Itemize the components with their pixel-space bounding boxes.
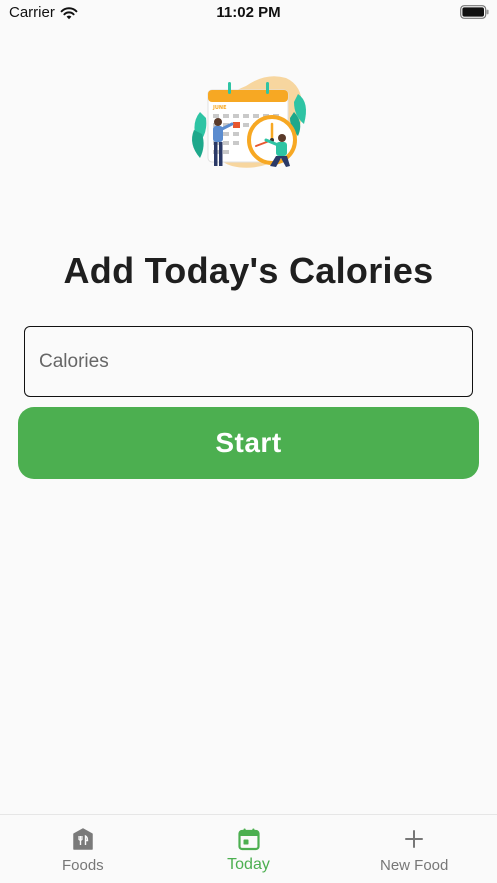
plus-icon	[405, 830, 424, 848]
status-bar: Carrier 11:02 PM	[0, 0, 497, 26]
screen: Carrier 11:02 PM JUNE Add Today's Calori…	[0, 0, 497, 883]
calendar-icon	[237, 828, 260, 851]
tab-foods[interactable]: Foods	[0, 815, 166, 883]
food-house-icon	[73, 828, 93, 850]
calendar-month-label: JUNE	[212, 105, 227, 111]
start-button[interactable]: Start	[18, 407, 479, 479]
calories-field[interactable]	[24, 326, 473, 397]
calendar-clock-illustration: JUNE	[192, 76, 306, 168]
tab-today[interactable]: Today	[166, 815, 332, 883]
tab-new-food-label: New Food	[379, 857, 449, 874]
battery-icon	[460, 5, 489, 19]
tab-new-food[interactable]: New Food	[331, 815, 497, 883]
calories-input[interactable]	[39, 350, 472, 373]
page-title: Add Today's Calories	[63, 250, 434, 291]
status-time: 11:02 PM	[216, 4, 281, 21]
tab-bar: Foods Today New Food	[0, 814, 497, 883]
tab-foods-label: Foods	[61, 857, 104, 874]
tab-today-label: Today	[227, 856, 270, 873]
